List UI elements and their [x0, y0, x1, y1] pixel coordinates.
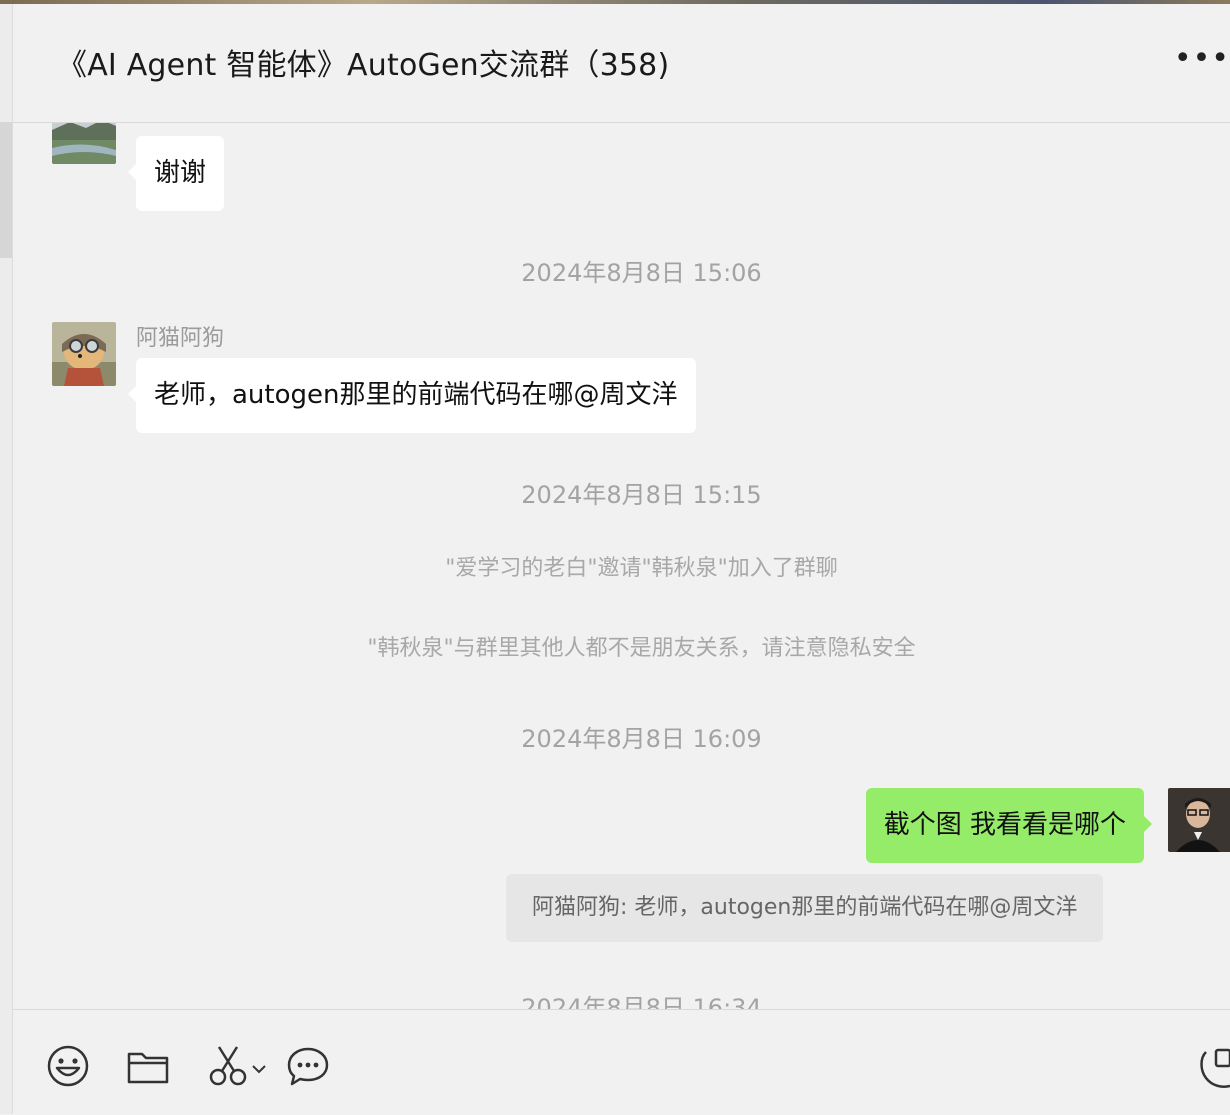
cartoon-avatar-image [52, 322, 116, 386]
timestamp: 2024年8月8日 15:06 [521, 259, 762, 287]
sender-name: 阿猫阿狗 [136, 326, 225, 351]
folder-icon[interactable] [126, 1048, 170, 1090]
quoted-message[interactable]: 阿猫阿狗: 老师，autogen那里的前端代码在哪@周文洋 [506, 874, 1104, 942]
emoji-icon[interactable] [46, 1044, 90, 1092]
message-bubble[interactable]: 老师，autogen那里的前端代码在哪@周文洋 [128, 358, 696, 433]
timestamp: 2024年8月8日 16:34 [521, 994, 762, 1009]
my-message-bubble[interactable]: 截个图 我看看是哪个 [865, 788, 1153, 863]
avatar[interactable] [52, 322, 116, 386]
message-list[interactable]: 谢谢 2024年8月8日 15:06 阿猫阿狗 老师，autogen那里的前端代… [13, 123, 1230, 1009]
chat-title: 《AI Agent 智能体》AutoGen交流群（358) [57, 48, 670, 83]
system-notice: "爱学习的老白"邀请"韩秋泉"加入了群聊 [445, 556, 838, 581]
system-notice: "韩秋泉"与群里其他人都不是朋友关系，请注意隐私安全 [367, 636, 916, 661]
scissors-icon[interactable] [207, 1044, 249, 1092]
avatar[interactable] [52, 123, 116, 164]
more-options-button[interactable]: ••• [1174, 44, 1230, 74]
my-avatar[interactable] [1168, 788, 1230, 852]
left-panel-scrollbar[interactable] [0, 122, 12, 258]
landscape-avatar-image [52, 123, 116, 164]
chat-bubble-icon[interactable] [286, 1046, 330, 1092]
composer-toolbar [13, 1009, 1230, 1115]
timestamp: 2024年8月8日 15:15 [521, 481, 762, 509]
chevron-down-icon[interactable] [251, 1060, 267, 1079]
timestamp: 2024年8月8日 16:09 [521, 725, 762, 753]
portrait-avatar-image [1168, 788, 1230, 852]
phone-icon[interactable] [1196, 1046, 1230, 1094]
message-bubble[interactable]: 谢谢 [127, 136, 225, 211]
chat-header: 《AI Agent 智能体》AutoGen交流群（358) ••• [13, 4, 1230, 123]
